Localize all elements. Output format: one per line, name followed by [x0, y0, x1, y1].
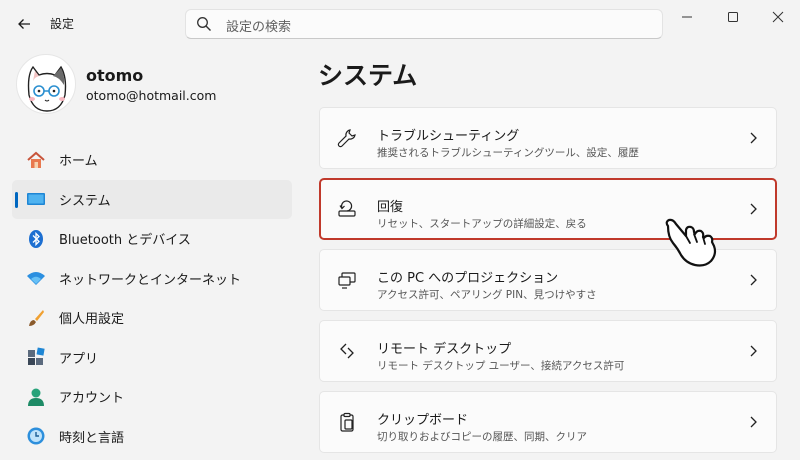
sidebar-item-home[interactable]: ホーム — [12, 140, 292, 180]
chevron-right-icon — [750, 416, 757, 428]
sidebar-item-personalization[interactable]: 個人用設定 — [12, 298, 292, 338]
app-title: 設定 — [50, 17, 75, 31]
page-title: システム — [318, 61, 418, 90]
card-title: この PC へのプロジェクション — [377, 271, 559, 286]
minimize-icon — [682, 16, 692, 18]
sidebar-item-network[interactable]: ネットワークとインターネット — [12, 259, 292, 299]
sidebar-item-apps[interactable]: アプリ — [12, 338, 292, 378]
sidebar-item-time-language[interactable]: 時刻と言語 — [12, 417, 292, 457]
card-subtitle: リモート デスクトップ ユーザー、接続アクセス許可 — [377, 360, 625, 372]
sidebar-item-label: ホーム — [59, 154, 98, 170]
card-title: リモート デスクトップ — [377, 342, 512, 357]
card-title: 回復 — [377, 200, 404, 215]
card-subtitle: 推奨されるトラブルシューティングツール、設定、履歴 — [377, 147, 639, 159]
sidebar-item-label: アカウント — [59, 391, 125, 407]
time-language-icon — [26, 426, 46, 446]
home-icon — [26, 150, 46, 170]
recovery-icon — [338, 200, 356, 217]
apps-icon — [26, 347, 46, 367]
sidebar-item-label: システム — [59, 193, 111, 209]
user-email: otomo@hotmail.com — [86, 88, 217, 103]
chevron-right-icon — [750, 345, 757, 357]
wrench-icon — [337, 129, 356, 148]
title-bar: 設定 設定の検索 — [0, 0, 800, 46]
sidebar-item-label: アプリ — [59, 351, 99, 367]
sidebar-item-label: 個人用設定 — [59, 312, 125, 328]
search-icon — [197, 17, 211, 31]
search-input[interactable]: 設定の検索 — [226, 16, 291, 35]
card-troubleshoot[interactable]: トラブルシューティング 推奨されるトラブルシューティングツール、設定、履歴 — [319, 107, 777, 169]
chevron-right-icon — [750, 132, 757, 144]
wifi-icon — [26, 268, 46, 288]
bluetooth-icon — [26, 229, 46, 249]
sidebar-item-accounts[interactable]: アカウント — [12, 377, 292, 417]
arrow-left-icon — [18, 19, 30, 29]
close-icon — [772, 11, 784, 23]
projection-icon — [338, 272, 356, 289]
remote-desktop-icon — [340, 343, 354, 359]
minimize-button[interactable] — [671, 4, 703, 30]
account-icon — [26, 387, 46, 407]
card-clipboard[interactable]: クリップボード 切り取りおよびコピーの履歴、同期、クリア — [319, 391, 777, 453]
hand-pointer-icon — [665, 218, 717, 267]
card-subtitle: 切り取りおよびコピーの履歴、同期、クリア — [377, 431, 587, 443]
avatar[interactable] — [16, 54, 76, 114]
settings-cards: トラブルシューティング 推奨されるトラブルシューティングツール、設定、履歴 回復… — [319, 107, 777, 460]
sidebar-item-label: ネットワークとインターネット — [59, 272, 242, 288]
clipboard-icon — [340, 412, 354, 432]
sidebar-item-label: 時刻と言語 — [59, 430, 125, 446]
system-icon — [26, 189, 46, 209]
card-subtitle: リセット、スタートアップの詳細設定、戻る — [377, 218, 587, 230]
sidebar-item-label: Bluetooth とデバイス — [59, 233, 191, 249]
card-title: トラブルシューティング — [377, 129, 520, 144]
maximize-icon — [728, 12, 738, 22]
maximize-button[interactable] — [717, 4, 749, 30]
chevron-right-icon — [750, 203, 757, 215]
search-box[interactable]: 設定の検索 — [185, 9, 663, 39]
sidebar-nav: ホーム システム Bluetooth とデバイス ネットワークとインターネット — [12, 140, 292, 456]
card-title: クリップボード — [377, 413, 469, 428]
card-remote-desktop[interactable]: リモート デスクトップ リモート デスクトップ ユーザー、接続アクセス許可 — [319, 320, 777, 382]
back-button[interactable] — [10, 10, 38, 38]
cat-avatar-icon — [27, 65, 67, 112]
user-name: otomo — [86, 66, 144, 85]
brush-icon — [26, 308, 46, 328]
card-subtitle: アクセス許可、ペアリング PIN、見つけやすさ — [377, 289, 597, 301]
sidebar-item-system[interactable]: システム — [12, 179, 292, 219]
close-button[interactable] — [762, 4, 794, 30]
chevron-right-icon — [750, 274, 757, 286]
sidebar-item-bluetooth[interactable]: Bluetooth とデバイス — [12, 219, 292, 259]
